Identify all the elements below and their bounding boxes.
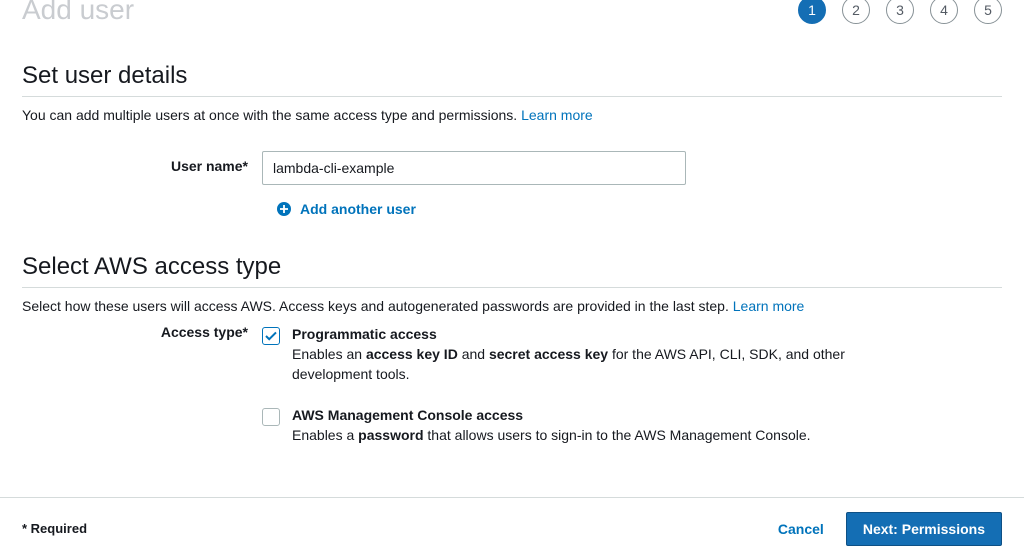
add-another-user-row[interactable]: Add another user <box>276 201 1002 217</box>
header-row: Add user 1 2 3 4 5 <box>22 0 1002 26</box>
access-option-programmatic[interactable]: Programmatic access Enables an access ke… <box>262 326 1002 385</box>
wizard-step-3[interactable]: 3 <box>886 0 914 24</box>
wizard-step-2[interactable]: 2 <box>842 0 870 24</box>
access-option-title: AWS Management Console access <box>292 407 811 423</box>
access-type-title: Select AWS access type <box>22 253 1002 281</box>
wizard-steps: 1 2 3 4 5 <box>798 0 1002 24</box>
access-type-desc-text: Select how these users will access AWS. … <box>22 298 729 314</box>
plus-circle-icon <box>276 201 292 217</box>
wizard-step-1[interactable]: 1 <box>798 0 826 24</box>
checkbox-icon[interactable] <box>262 408 280 426</box>
access-option-title: Programmatic access <box>292 326 852 342</box>
user-name-input[interactable] <box>262 151 686 185</box>
set-user-details-desc: You can add multiple users at once with … <box>22 107 1002 123</box>
access-option-console[interactable]: AWS Management Console access Enables a … <box>262 407 1002 445</box>
access-option-desc: Enables an access key ID and secret acce… <box>292 344 852 385</box>
set-user-details-title: Set user details <box>22 62 1002 90</box>
access-type-row: Access type* Programmatic access Enables… <box>22 322 1002 445</box>
learn-more-link[interactable]: Learn more <box>521 107 593 123</box>
user-name-row: User name* <box>22 151 1002 185</box>
divider <box>22 96 1002 97</box>
wizard-step-5[interactable]: 5 <box>974 0 1002 24</box>
divider <box>22 287 1002 288</box>
footer: * Required Cancel Next: Permissions <box>0 497 1024 546</box>
page-title: Add user <box>22 0 134 26</box>
checkbox-icon[interactable] <box>262 327 280 345</box>
user-name-label: User name* <box>22 151 262 174</box>
access-type-label: Access type* <box>22 322 262 340</box>
learn-more-link[interactable]: Learn more <box>733 298 805 314</box>
add-another-user-link[interactable]: Add another user <box>300 201 416 217</box>
set-user-details-desc-text: You can add multiple users at once with … <box>22 107 517 123</box>
access-option-desc: Enables a password that allows users to … <box>292 425 811 445</box>
access-type-desc: Select how these users will access AWS. … <box>22 298 1002 314</box>
wizard-step-4[interactable]: 4 <box>930 0 958 24</box>
